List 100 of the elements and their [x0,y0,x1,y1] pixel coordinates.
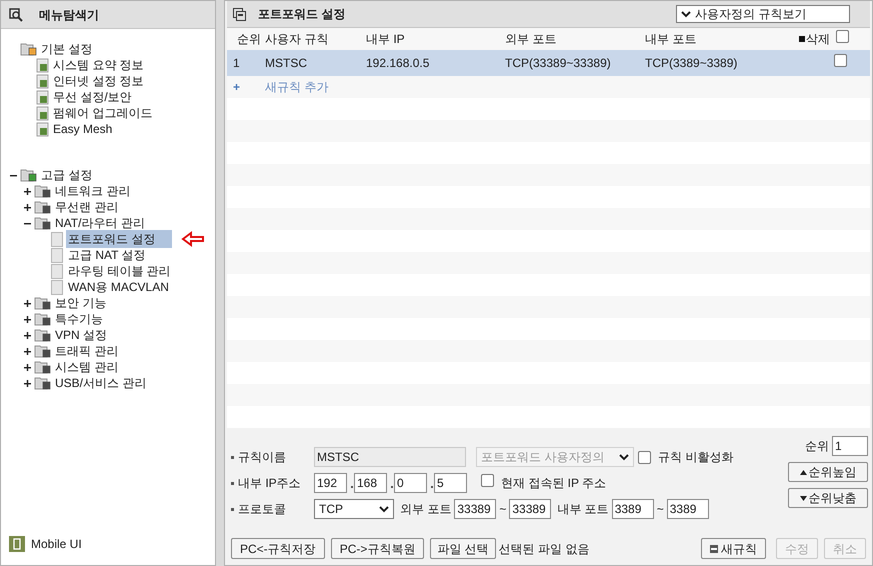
table-cell-text: TCP(33389~33389) [505,55,612,72]
tree-item[interactable]: NAT/라우터 관리 [53,214,147,232]
ip-octet-field[interactable]: 168 [354,473,387,493]
tree-item[interactable]: 라우팅 테이블 관리 [66,262,173,280]
folder-icon [20,168,38,182]
tree-item[interactable]: 무선 설정/보안 [51,88,134,106]
down-triangle-icon [800,496,806,500]
table-row[interactable]: 1 MSTSC 192.168.0.5 TCP(33389~33389) TCP(3389~3389) [227,50,870,76]
checkbox[interactable] [834,54,847,67]
expand-icon[interactable] [21,188,33,194]
rule-name-field[interactable]: MSTSC [314,447,466,467]
phone-icon [9,536,25,552]
port-field[interactable]: 3389 [666,499,709,519]
folder-icon [34,312,52,326]
protocol-select[interactable]: TCP [314,499,394,519]
mobile-ui-link[interactable]: Mobile UI [31,535,82,553]
add-icon: + [227,78,265,96]
folder-icon [34,296,52,310]
expand-icon[interactable] [21,204,33,210]
expand-icon[interactable] [21,300,33,306]
field-label: 프로토콜 [238,501,287,518]
tree-item[interactable]: 펌웨어 업그레이드 [51,104,154,122]
tree-item[interactable]: USB/서비스 관리 [53,374,148,392]
order-field[interactable]: 1 [832,436,868,456]
expand-icon[interactable] [21,380,33,386]
folder-icon [34,184,52,198]
expand-icon[interactable] [21,364,33,370]
tree-item[interactable]: 보안 기능 [53,294,108,312]
file-status: 선택된 파일 없음 [498,540,590,558]
chevron-icon [681,10,691,18]
window-icon [233,8,246,20]
bullet-icon [231,456,234,458]
order-button[interactable]: 순위높임 [788,462,868,482]
order-button[interactable]: 순위낮춤 [788,488,868,508]
tree-item[interactable]: 무선랜 관리 [53,198,120,216]
dot-separator-icon [351,486,353,488]
table-cell-text: 1 [232,55,241,72]
field-label: 규칙이름 [238,449,287,466]
tree-item[interactable]: 인터넷 설정 정보 [51,72,146,90]
page-icon [51,280,63,294]
page-icon [36,106,50,120]
folder-icon [20,42,38,56]
column-header: 내부 포트 [645,31,698,48]
column-header: 외부 포트 [505,31,558,48]
ip-octet-field[interactable]: 0 [394,473,427,493]
column-header: 순위 [236,31,262,48]
page-icon [36,90,50,104]
chevron-icon [379,506,389,512]
up-triangle-icon [800,470,806,474]
view-select[interactable]: 사용자정의 규칙보기 [676,5,850,23]
action-button[interactable]: 새규칙 [701,538,766,559]
expand-icon[interactable] [21,348,33,354]
column-header: 사용자 규칙 [265,31,330,48]
port-field[interactable]: 33389 [509,499,552,519]
ip-octet-field[interactable]: 5 [434,473,467,493]
folder-icon [34,344,52,358]
folder-icon [34,376,52,390]
page-icon [51,248,63,262]
tree-item[interactable]: WAN용 MACVLAN [66,278,171,296]
file-button[interactable]: 파일 선택 [430,538,496,559]
tree-item[interactable]: Easy Mesh [51,120,114,138]
field-label: 외부 포트 [400,501,452,518]
tree-item[interactable]: 포트포워드 설정 [66,230,172,248]
tree-item[interactable]: 기본 설정 [39,40,94,58]
field-label: 내부 IP주소 [238,475,302,492]
expand-icon[interactable] [21,316,33,322]
tree-item[interactable]: 특수기능 [53,310,105,328]
tree-item[interactable]: 트래픽 관리 [53,342,120,360]
tree-item[interactable]: 네트워크 관리 [53,182,132,200]
backup-button[interactable]: PC->규칙복원 [330,538,424,559]
checkbox[interactable] [836,30,849,43]
checkbox[interactable] [638,450,651,464]
ip-octet-field[interactable]: 192 [314,473,347,493]
table-cell-text: MSTSC [265,55,308,72]
arrow-icon [181,231,205,247]
tree-item[interactable]: 고급 설정 [39,166,94,184]
port-field[interactable]: 3389 [612,499,654,519]
checkbox-label: 현재 접속된 IP 주소 [501,475,606,492]
field-label: 내부 포트 [557,501,609,518]
bullet-icon [231,508,234,510]
folder-icon [34,216,52,230]
tree-item[interactable]: 시스템 요약 정보 [51,56,146,74]
port-field[interactable]: 33389 [454,499,496,519]
search-icon [9,8,23,22]
column-header: 삭제 [806,31,830,48]
checkbox-label: 규칙 비활성화 [658,449,734,466]
backup-button[interactable]: PC<-규칙저장 [231,538,325,559]
page-icon [36,122,50,136]
tree-item[interactable]: 시스템 관리 [53,358,120,376]
folder-icon [34,360,52,374]
checkbox[interactable] [481,474,494,487]
range-separator: ~ [656,501,664,518]
expand-icon[interactable] [21,332,33,338]
table-cell-text: TCP(3389~3389) [645,55,738,72]
page-icon [51,264,63,278]
page-icon [51,232,63,246]
tree-item[interactable]: 고급 NAT 설정 [66,246,148,264]
table-cell-text: 192.168.0.5 [366,55,430,72]
range-separator: ~ [499,501,506,518]
tree-item[interactable]: VPN 설정 [53,326,110,344]
